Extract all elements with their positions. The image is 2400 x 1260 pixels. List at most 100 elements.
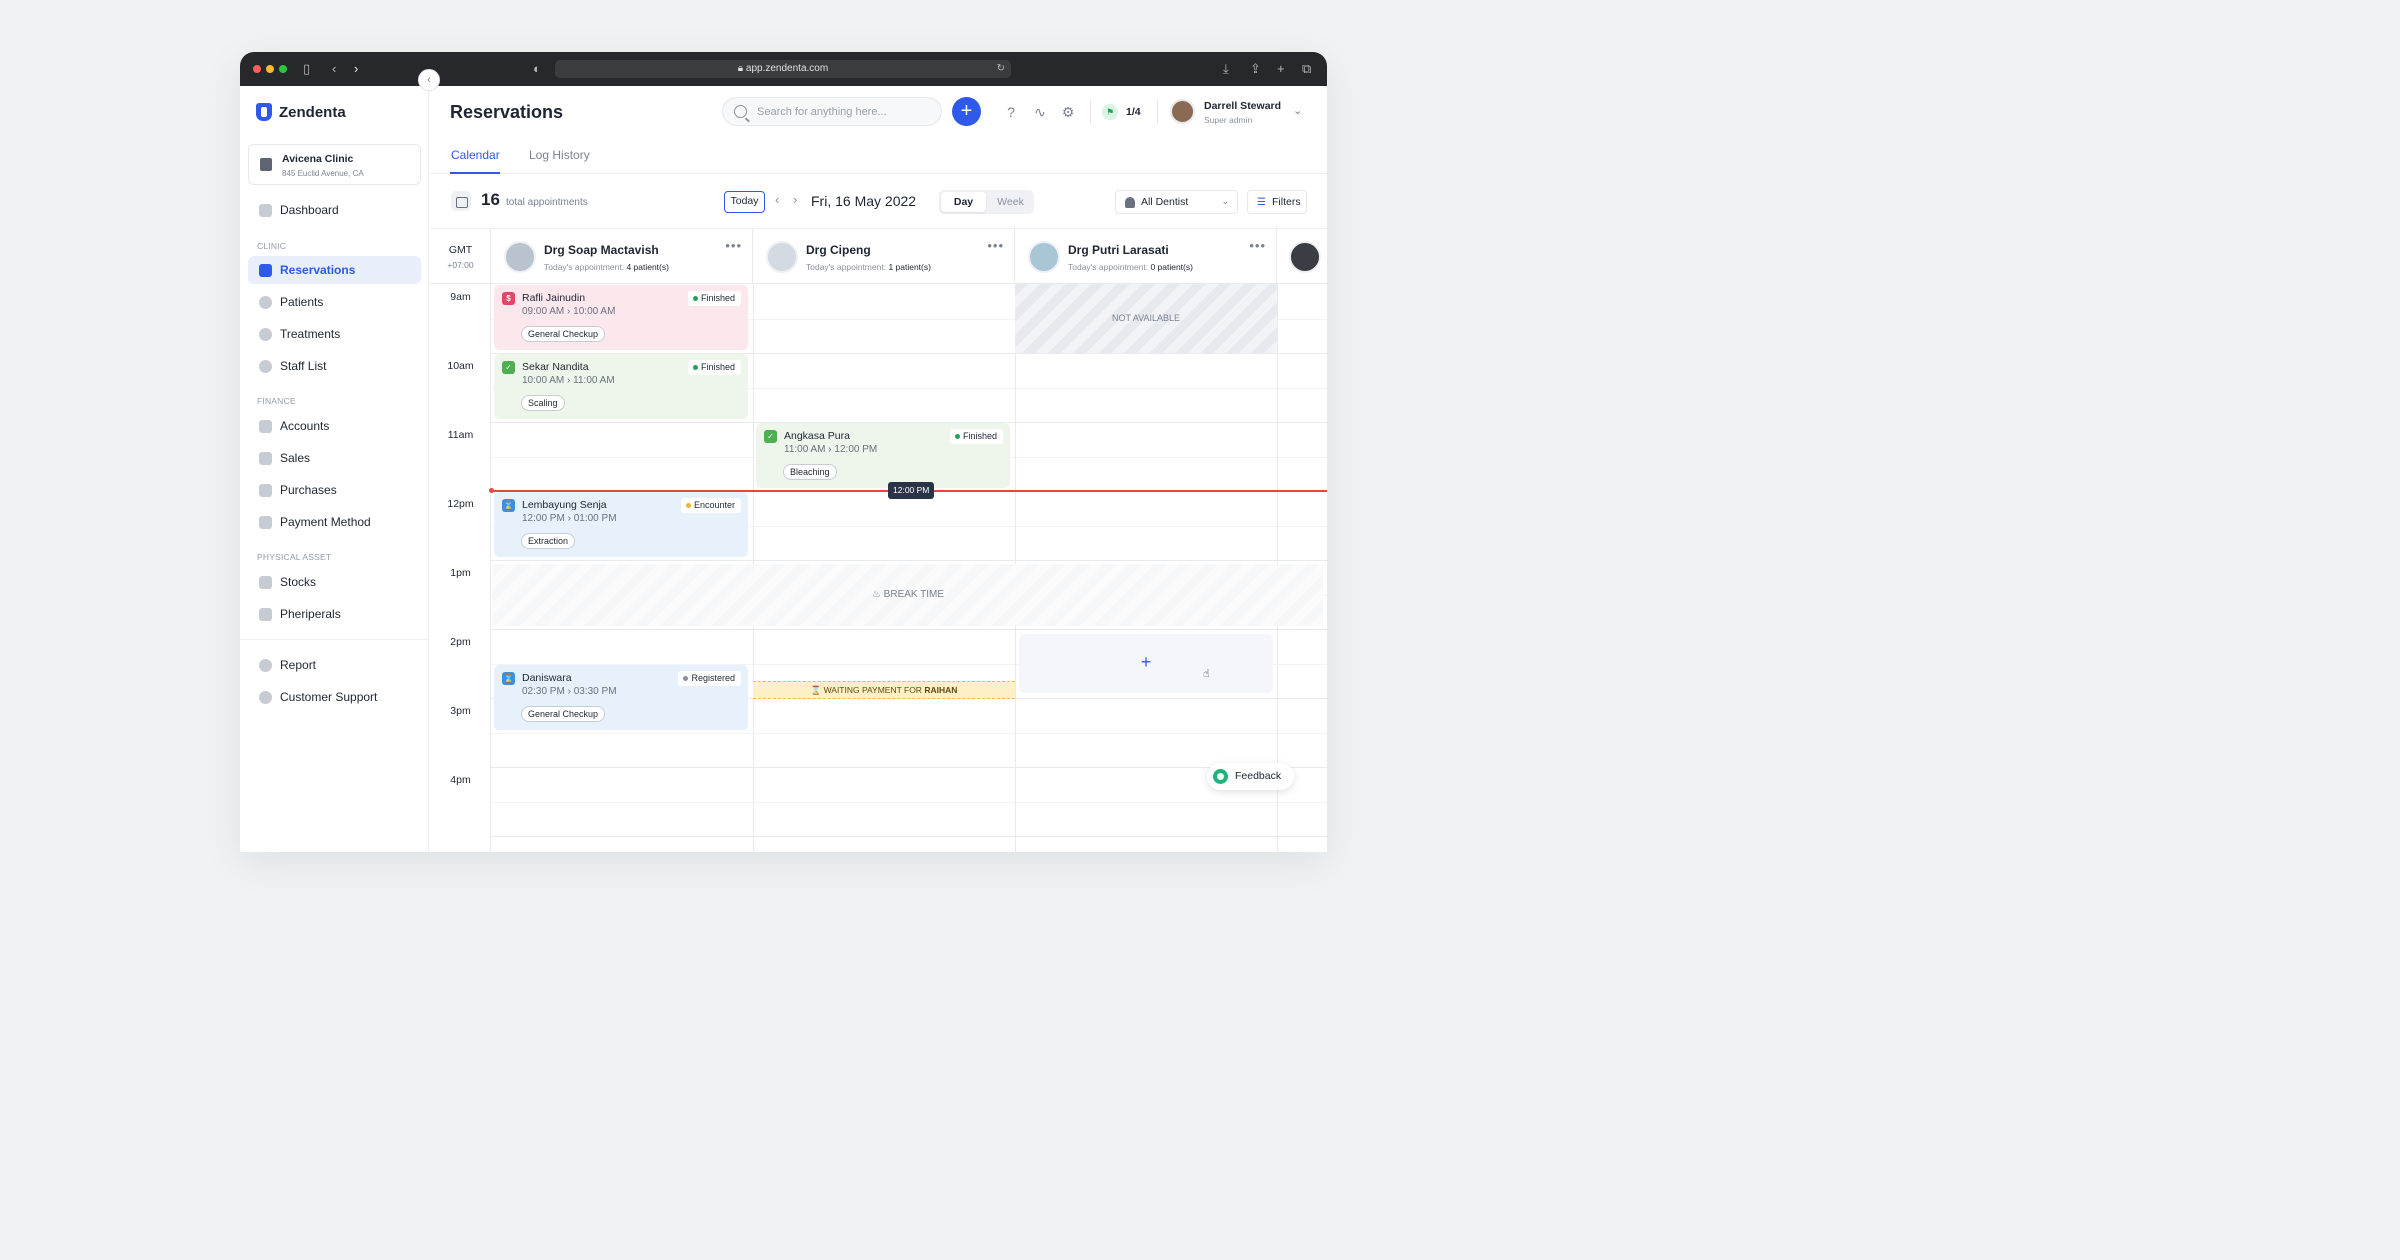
feedback-label: Feedback	[1235, 770, 1282, 782]
filters-label: Filters	[1272, 196, 1301, 208]
treatment-tag: General Checkup	[521, 706, 606, 722]
day-view-button[interactable]: Day	[941, 192, 986, 212]
tabs-overview-icon[interactable]: ⧉	[1302, 61, 1311, 77]
bar-chart-icon	[259, 451, 272, 465]
forward-icon[interactable]: ›	[354, 61, 358, 77]
page-title: Reservations	[450, 102, 564, 122]
status-badge: Finished	[687, 291, 741, 306]
sidebar-item-staff-list[interactable]: Staff List	[248, 352, 421, 380]
check-icon: ✓	[764, 430, 777, 443]
doctor-avatar[interactable]	[504, 241, 536, 273]
end-time: 11:00 AM	[573, 375, 615, 386]
share-icon[interactable]: ⇪	[1250, 61, 1261, 77]
patient-name: Daniswara	[522, 672, 572, 684]
dentist-filter-select[interactable]: All Dentist ⌄	[1115, 190, 1238, 214]
clinic-selector[interactable]: Avicena Clinic 845 Euclid Avenue, CA	[248, 144, 421, 185]
appointment-card[interactable]: ✓ Angkasa Pura 11:00 AM › 12:00 PM Bleac…	[756, 423, 1010, 488]
sidebar-item-label: Purchases	[280, 483, 337, 497]
header-divider	[1090, 99, 1091, 124]
chevron-down-icon[interactable]: ⌄	[1293, 104, 1302, 117]
doctor-appointment-summary: Today's appointment: 1 patient(s)	[806, 262, 931, 272]
address-bar[interactable]: 🔒︎ app.zendenta.com ↻	[555, 60, 1011, 78]
treatment-tag: Bleaching	[783, 464, 837, 480]
reload-icon[interactable]: ↻	[997, 60, 1005, 78]
activity-icon[interactable]: ∿	[1032, 104, 1048, 120]
header-divider	[1157, 99, 1158, 124]
browser-window: ▯ ‹ › ◐ 🔒︎ app.zendenta.com ↻ ⤓ ⇪ + ⧉ Ze…	[240, 52, 1327, 852]
filter-icon: ☰	[1257, 197, 1266, 208]
sidebar-item-accounts[interactable]: Accounts	[248, 412, 421, 440]
help-icon[interactable]: ?	[1003, 104, 1019, 120]
brand-logo[interactable]: Zendenta	[256, 103, 346, 121]
search-box[interactable]	[722, 97, 942, 126]
minimize-window-button[interactable]	[266, 65, 274, 73]
calendar-header: GMT +07:00 Drg Soap Mactavish Today's ap…	[430, 229, 1327, 284]
sidebar-item-label: Payment Method	[280, 515, 371, 529]
sidebar-item-reservations[interactable]: Reservations	[248, 256, 421, 284]
add-new-button[interactable]: +	[952, 97, 981, 126]
view-tabs: Calendar Log History	[430, 143, 1327, 174]
next-day-icon[interactable]: ›	[793, 192, 797, 207]
appointment-time: 09:00 AM › 10:00 AM	[522, 306, 615, 317]
sidebar-item-pheriperals[interactable]: Pheriperals	[248, 600, 421, 628]
today-button[interactable]: Today	[724, 191, 765, 213]
hour-label: 12pm	[447, 498, 474, 510]
sidebar-item-report[interactable]: Report	[248, 651, 421, 679]
appointment-card[interactable]: ⌛ Daniswara 02:30 PM › 03:30 PM General …	[494, 665, 748, 730]
doctor-avatar[interactable]	[1028, 241, 1060, 273]
flag-icon[interactable]: ⚑	[1102, 104, 1118, 120]
status-badge: Registered	[678, 671, 741, 686]
feedback-button[interactable]: Feedback	[1207, 763, 1294, 790]
sidebar-item-stocks[interactable]: Stocks	[248, 568, 421, 596]
week-view-button[interactable]: Week	[989, 192, 1032, 212]
maximize-window-button[interactable]	[279, 65, 287, 73]
new-appointment-slot[interactable]: +	[1019, 634, 1273, 693]
sidebar-item-patients[interactable]: Patients	[248, 288, 421, 316]
doctor-column-header: Drg Soap Mactavish Today's appointment: …	[491, 229, 753, 284]
appointment-card[interactable]: ⌛ Lembayung Senja 12:00 PM › 01:00 PM Ex…	[494, 492, 748, 557]
time-separator: ›	[567, 306, 571, 317]
appointment-card[interactable]: ✓ Sekar Nandita 10:00 AM › 11:00 AM Scal…	[494, 354, 748, 419]
appointment-count: 4 patient(s)	[626, 262, 669, 272]
sidebar-item-customer-support[interactable]: Customer Support	[248, 683, 421, 711]
user-avatar[interactable]	[1170, 99, 1195, 124]
doctor-name: Drg Soap Mactavish	[544, 243, 659, 257]
doctor-avatar[interactable]	[766, 241, 798, 273]
sidebar-item-purchases[interactable]: Purchases	[248, 476, 421, 504]
nav-section-physical-asset: PHYSICAL ASSET	[257, 552, 332, 562]
settings-gear-icon[interactable]: ⚙	[1060, 104, 1076, 120]
sidebar-item-treatments[interactable]: Treatments	[248, 320, 421, 348]
more-options-icon[interactable]: •••	[987, 238, 1004, 253]
filters-button[interactable]: ☰ Filters	[1247, 190, 1307, 214]
close-window-button[interactable]	[253, 65, 261, 73]
stethoscope-icon	[259, 327, 272, 341]
dental-chair-icon	[259, 607, 272, 621]
doctor-avatar[interactable]	[1289, 241, 1321, 273]
day-calendar: GMT +07:00 Drg Soap Mactavish Today's ap…	[430, 229, 1327, 852]
start-time: 10:00 AM	[522, 375, 565, 386]
appointment-card[interactable]: $ Rafli Jainudin 09:00 AM › 10:00 AM Gen…	[494, 285, 748, 350]
sidebar-item-sales[interactable]: Sales	[248, 444, 421, 472]
new-tab-icon[interactable]: +	[1277, 61, 1285, 77]
waiting-payment-bar[interactable]: ⌛ WAITING PAYMENT FOR RAIHAN	[753, 681, 1015, 699]
sidebar-item-label: Patients	[280, 295, 324, 309]
sidebar-toggle-icon[interactable]: ▯	[303, 61, 310, 77]
time-separator: ›	[567, 375, 571, 386]
back-icon[interactable]: ‹	[332, 61, 336, 77]
more-options-icon[interactable]: •••	[1249, 238, 1266, 253]
sidebar-item-dashboard[interactable]: Dashboard	[248, 196, 421, 224]
sidebar-item-payment-method[interactable]: Payment Method	[248, 508, 421, 536]
status-badge: Encounter	[680, 498, 741, 513]
tab-calendar[interactable]: Calendar	[451, 148, 500, 162]
tab-log-history[interactable]: Log History	[529, 148, 590, 162]
more-options-icon[interactable]: •••	[725, 238, 742, 253]
prev-day-icon[interactable]: ‹	[775, 192, 779, 207]
hour-label: 10am	[447, 360, 474, 372]
download-icon[interactable]: ⤓	[1223, 61, 1229, 77]
collapse-sidebar-button[interactable]: ‹	[418, 69, 440, 91]
search-input[interactable]	[757, 104, 932, 120]
treatment-tag: Scaling	[521, 395, 565, 411]
privacy-shield-icon[interactable]: ◐	[533, 61, 541, 77]
status-badge: Finished	[949, 429, 1003, 444]
total-appointments-count: 16	[481, 190, 500, 209]
